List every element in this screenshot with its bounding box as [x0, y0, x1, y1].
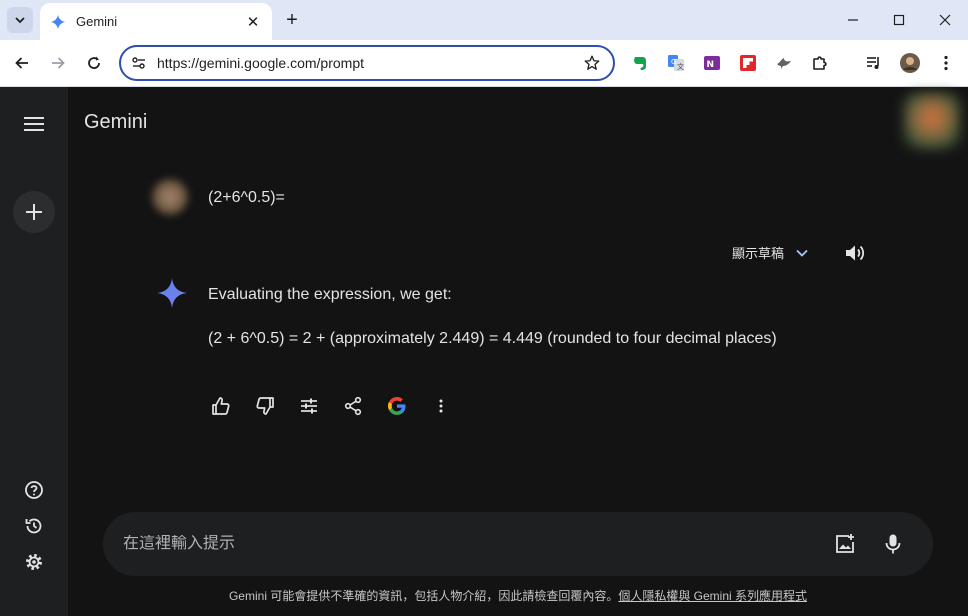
double-check-button[interactable]	[384, 393, 410, 419]
reload-icon	[88, 56, 100, 69]
back-button[interactable]	[9, 50, 35, 76]
disclaimer-text: Gemini 可能會提供不準確的資訊，包括人物介紹，因此請檢查回覆內容。	[228, 589, 619, 603]
browser-toolbar: G文 N	[0, 40, 968, 87]
arrow-right-icon	[52, 57, 65, 69]
gear-icon	[26, 554, 42, 570]
main-menu-button[interactable]	[21, 111, 47, 137]
app-title: Gemini	[84, 111, 148, 133]
tab-strip: Gemini ✕ +	[0, 0, 968, 40]
prompt-input[interactable]	[123, 535, 817, 553]
response-actions	[208, 393, 454, 419]
tune-icon	[301, 398, 317, 414]
new-tab-button[interactable]: +	[281, 9, 303, 31]
thumbs-up-icon	[212, 397, 230, 415]
chevron-down-icon	[15, 17, 25, 24]
show-drafts-button[interactable]: 顯示草稿	[732, 243, 810, 262]
tab-title: Gemini	[76, 14, 118, 29]
evernote-extension-icon[interactable]	[629, 52, 651, 74]
gemini-spark-icon	[157, 278, 187, 308]
bird-extension-icon[interactable]	[773, 52, 795, 74]
activity-button[interactable]	[22, 514, 46, 538]
media-controls-icon[interactable]	[863, 52, 885, 74]
response-text: (2 + 6^0.5) = 2 + (approximately 2.449) …	[208, 330, 777, 347]
browser-tab-gemini[interactable]: Gemini ✕	[40, 3, 272, 40]
thumbs-up-button[interactable]	[208, 393, 234, 419]
add-photo-icon	[836, 534, 854, 553]
forward-button[interactable]	[45, 50, 71, 76]
chat-main: Gemini (2+6^0.5)= 顯示草稿 Evaluating the ex…	[68, 87, 968, 616]
help-button[interactable]	[22, 478, 46, 502]
modify-response-button[interactable]	[296, 393, 322, 419]
extensions-puzzle-icon[interactable]	[809, 52, 831, 74]
sidebar	[0, 87, 68, 616]
svg-text:文: 文	[677, 62, 684, 71]
disclaimer: Gemini 可能會提供不準確的資訊，包括人物介紹，因此請檢查回覆內容。個人隱私…	[68, 587, 968, 604]
tab-close-icon[interactable]: ✕	[244, 13, 262, 31]
share-icon	[344, 396, 362, 416]
share-button[interactable]	[340, 393, 366, 419]
close-icon	[939, 14, 951, 26]
arrow-left-icon	[15, 57, 28, 69]
thumbs-down-icon	[256, 397, 274, 415]
minimize-icon	[848, 19, 858, 21]
close-window-button[interactable]	[922, 0, 968, 40]
svg-text:G: G	[671, 58, 676, 66]
read-aloud-button[interactable]	[842, 241, 866, 265]
onenote-extension-icon[interactable]: N	[701, 52, 723, 74]
profile-avatar[interactable]	[899, 52, 921, 74]
maximize-icon	[893, 14, 905, 26]
more-vert-icon	[439, 399, 443, 413]
upload-image-button[interactable]	[825, 524, 865, 564]
microphone-button[interactable]	[873, 524, 913, 564]
response-text: Evaluating the expression, we get:	[208, 286, 452, 303]
user-prompt-text: (2+6^0.5)=	[208, 189, 285, 206]
prompt-bar	[103, 512, 933, 576]
more-vert-icon	[944, 55, 948, 71]
account-avatar[interactable]	[904, 93, 960, 149]
privacy-link[interactable]: 個人隱私權與 Gemini 系列應用程式	[618, 589, 807, 603]
thumbs-down-button[interactable]	[252, 393, 278, 419]
plus-icon	[26, 204, 42, 220]
help-icon	[25, 481, 43, 499]
flipboard-extension-icon[interactable]	[737, 52, 759, 74]
browser-menu-button[interactable]	[935, 52, 957, 74]
settings-button[interactable]	[22, 550, 46, 574]
bookmark-star-icon[interactable]	[583, 54, 601, 72]
minimize-button[interactable]	[830, 0, 876, 40]
new-chat-button[interactable]	[13, 191, 55, 233]
google-translate-extension-icon[interactable]: G文	[665, 52, 687, 74]
gemini-favicon-icon	[50, 14, 66, 29]
reload-button[interactable]	[81, 50, 107, 76]
history-icon	[25, 518, 42, 534]
user-avatar	[152, 179, 188, 215]
hamburger-menu-icon	[24, 117, 44, 131]
url-input[interactable]	[157, 55, 583, 71]
more-options-button[interactable]	[428, 393, 454, 419]
google-g-icon	[388, 397, 406, 415]
maximize-button[interactable]	[876, 0, 922, 40]
svg-text:N: N	[707, 60, 715, 70]
microphone-icon	[885, 534, 901, 554]
site-settings-icon[interactable]	[131, 55, 147, 71]
tab-search-button[interactable]	[7, 7, 33, 33]
chevron-down-icon	[796, 249, 808, 257]
speaker-icon	[846, 245, 865, 261]
show-drafts-label: 顯示草稿	[732, 246, 785, 261]
address-bar[interactable]	[119, 45, 615, 81]
